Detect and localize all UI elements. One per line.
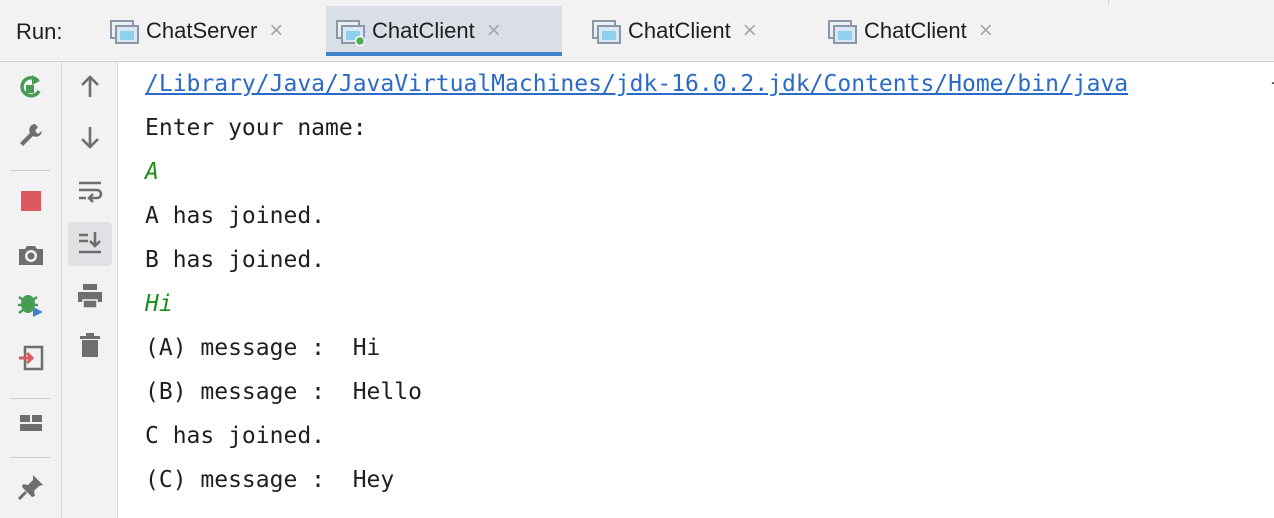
settings-button[interactable]	[11, 117, 51, 157]
rerun-icon	[16, 72, 46, 107]
run-label: Run:	[16, 19, 63, 44]
print-icon	[75, 281, 105, 316]
previous-occurrence-button[interactable]	[70, 69, 110, 109]
application-icon	[108, 15, 140, 47]
layout-button[interactable]	[11, 405, 51, 445]
arrow-up-icon	[76, 73, 104, 106]
tab-chatserver[interactable]: ChatServer ×	[100, 6, 316, 56]
camera-icon	[16, 240, 46, 275]
exit-debug-button[interactable]	[11, 287, 51, 327]
divider	[1108, 0, 1109, 4]
scroll-to-end-button[interactable]	[68, 222, 112, 266]
application-icon	[826, 15, 858, 47]
dump-threads-button[interactable]	[11, 237, 51, 277]
pin-tab-button[interactable]	[11, 469, 51, 509]
tab-chatclient-3[interactable]: ChatClient ×	[818, 6, 1028, 56]
tab-label: ChatClient	[864, 18, 967, 43]
stop-icon	[18, 188, 44, 219]
trash-icon	[76, 331, 104, 364]
tab-label: ChatServer	[146, 18, 258, 43]
close-icon[interactable]: ×	[743, 19, 757, 43]
pin-icon	[16, 472, 46, 507]
tab-label: ChatClient	[372, 18, 475, 43]
arrow-down-icon	[76, 123, 104, 156]
print-button[interactable]	[70, 278, 110, 318]
toolbar-divider	[10, 457, 50, 458]
wrench-icon	[16, 120, 46, 155]
soft-wrap-icon	[76, 176, 104, 209]
exit-icon	[16, 343, 46, 378]
console-line: B has joined.	[145, 247, 326, 273]
layout-icon	[17, 409, 45, 442]
console-line: Enter your name:	[145, 115, 367, 141]
application-icon	[590, 15, 622, 47]
run-toolbar-secondary	[62, 62, 118, 518]
toolbar-divider	[10, 398, 50, 399]
tab-chatclient-2[interactable]: ChatClient ×	[582, 6, 792, 56]
console-user-input: Hi	[145, 291, 173, 317]
restore-layout-button[interactable]	[11, 340, 51, 380]
toolbar-divider	[10, 170, 50, 171]
rerun-button[interactable]	[11, 69, 51, 109]
tab-label: ChatClient	[628, 18, 731, 43]
close-icon[interactable]: ×	[487, 19, 501, 43]
application-running-icon	[334, 15, 366, 47]
run-tab-bar: Run: ChatServer × ChatClient × ChatClien…	[0, 0, 1274, 62]
run-toolbar-primary	[0, 62, 62, 518]
console-line: C has joined.	[145, 423, 326, 449]
soft-wrap-button[interactable]	[70, 172, 110, 212]
console-line: (B) message : Hello	[145, 379, 422, 405]
console-line-command[interactable]: /Library/Java/JavaVirtualMachines/jdk-16…	[145, 62, 1128, 106]
debug-stop-icon	[15, 289, 47, 326]
close-icon[interactable]: ×	[979, 19, 993, 43]
tab-chatclient-1[interactable]: ChatClient ×	[326, 6, 562, 56]
scroll-to-end-icon	[76, 228, 104, 261]
console-line: A has joined.	[145, 203, 326, 229]
console-output[interactable]: /Library/Java/JavaVirtualMachines/jdk-16…	[118, 62, 1274, 518]
close-icon[interactable]: ×	[269, 19, 283, 43]
console-line: (C) message : Hey	[145, 467, 395, 493]
console-line-overflow: -	[1268, 70, 1274, 95]
console-user-input: A	[145, 159, 159, 185]
clear-all-button[interactable]	[70, 327, 110, 367]
next-occurrence-button[interactable]	[70, 119, 110, 159]
stop-button[interactable]	[11, 183, 51, 223]
console-line: (A) message : Hi	[145, 335, 381, 361]
